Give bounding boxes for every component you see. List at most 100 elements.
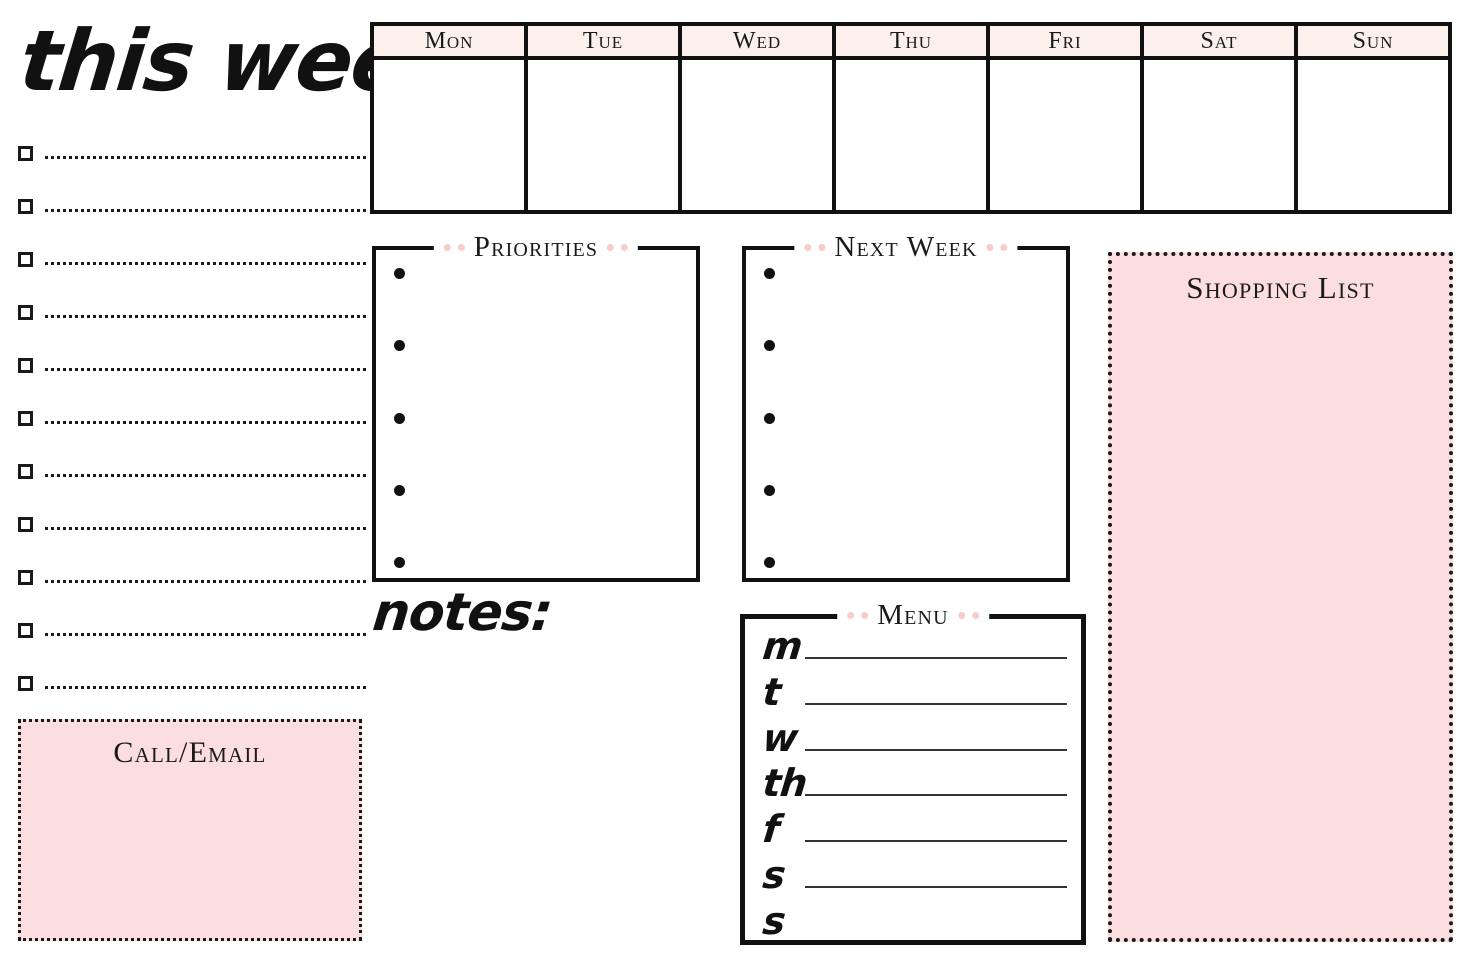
menu-row: th (745, 757, 1081, 806)
menu-day-letter: s (760, 853, 788, 898)
day-cell-fri[interactable] (990, 60, 1140, 210)
checklist-write-line[interactable] (45, 261, 366, 265)
priorities-bullet (394, 557, 405, 568)
day-header-mon: Mon (374, 26, 524, 60)
menu-day-letter: th (760, 761, 810, 806)
next-week-bullet (764, 340, 775, 352)
this-week-checklist (18, 142, 366, 694)
checklist-row (18, 407, 366, 429)
day-column-fri: Fri (990, 26, 1144, 210)
priorities-panel[interactable]: Priorities (372, 232, 700, 582)
call-email-panel[interactable]: Call/Email (18, 719, 362, 941)
checklist-row (18, 195, 366, 217)
menu-day-letter: s (760, 899, 788, 944)
checklist-row (18, 248, 366, 270)
menu-row: s (745, 894, 1081, 944)
priorities-bullet (394, 340, 405, 352)
menu-panel[interactable]: Menu m t w th f s s (740, 600, 1086, 945)
checkbox-icon[interactable] (18, 410, 33, 426)
menu-write-line[interactable] (805, 748, 1067, 751)
day-header-wed: Wed (682, 26, 832, 60)
decorative-dots-right-icon (607, 243, 629, 251)
checkbox-icon[interactable] (18, 357, 33, 373)
checkbox-icon[interactable] (18, 251, 33, 267)
priorities-bullet (394, 484, 405, 496)
day-header-sun: Sun (1298, 26, 1448, 60)
day-header-fri: Fri (990, 26, 1140, 60)
checkbox-icon[interactable] (18, 622, 33, 638)
day-column-wed: Wed (682, 26, 836, 210)
checkbox-icon[interactable] (18, 675, 33, 691)
menu-write-line[interactable] (805, 702, 1067, 705)
checklist-write-line[interactable] (45, 526, 366, 530)
day-cell-tue[interactable] (528, 60, 678, 210)
checkbox-icon[interactable] (18, 145, 33, 161)
checklist-write-line[interactable] (45, 685, 366, 689)
day-cell-sun[interactable] (1298, 60, 1448, 210)
menu-row-list: m t w th f s s (745, 619, 1081, 944)
priorities-header: Priorities (433, 231, 639, 263)
menu-write-line[interactable] (805, 886, 1067, 889)
day-column-sat: Sat (1144, 26, 1298, 210)
menu-row: t (745, 665, 1081, 714)
shopping-list-panel[interactable]: Shopping List (1108, 252, 1453, 942)
week-grid: Mon Tue Wed Thu Fri Sat Sun (370, 22, 1452, 214)
checkbox-icon[interactable] (18, 569, 33, 585)
day-column-thu: Thu (836, 26, 990, 210)
next-week-bullet (764, 484, 775, 496)
shopping-list-title: Shopping List (1186, 270, 1375, 305)
checklist-write-line[interactable] (45, 420, 366, 424)
checklist-row (18, 672, 366, 694)
priorities-bullet-list (394, 268, 434, 568)
checkbox-icon[interactable] (18, 516, 33, 532)
checklist-row (18, 566, 366, 588)
next-week-panel[interactable]: Next Week (742, 232, 1070, 582)
day-cell-thu[interactable] (836, 60, 986, 210)
decorative-dots-left-icon (847, 611, 869, 619)
menu-day-letter: m (760, 623, 805, 668)
next-week-bullet-list (764, 268, 804, 568)
checklist-write-line[interactable] (45, 579, 366, 583)
menu-write-line[interactable] (805, 656, 1067, 659)
checklist-row (18, 142, 366, 164)
checklist-write-line[interactable] (45, 314, 366, 318)
next-week-bullet (764, 557, 775, 568)
checklist-write-line[interactable] (45, 632, 366, 636)
priorities-bullet (394, 412, 405, 424)
checkbox-icon[interactable] (18, 304, 33, 320)
next-week-bullet (764, 412, 775, 424)
decorative-dots-left-icon (804, 243, 826, 251)
day-column-tue: Tue (528, 26, 682, 210)
menu-row: f (745, 802, 1081, 852)
day-cell-mon[interactable] (374, 60, 524, 210)
menu-write-line[interactable] (805, 794, 1067, 797)
next-week-bullet (764, 268, 775, 279)
day-cell-wed[interactable] (682, 60, 832, 210)
checkbox-icon[interactable] (18, 463, 33, 479)
notes-label: notes: (370, 583, 555, 643)
menu-day-letter: f (760, 807, 782, 852)
day-column-sun: Sun (1298, 26, 1448, 210)
checklist-row (18, 513, 366, 535)
day-header-thu: Thu (836, 26, 986, 60)
checklist-write-line[interactable] (45, 208, 366, 212)
menu-row: s (745, 848, 1081, 898)
menu-header: Menu (837, 600, 989, 630)
menu-write-line[interactable] (805, 840, 1067, 843)
day-cell-sat[interactable] (1144, 60, 1294, 210)
checklist-write-line[interactable] (45, 155, 366, 159)
menu-day-letter: w (760, 715, 800, 760)
day-column-mon: Mon (374, 26, 528, 210)
checklist-write-line[interactable] (45, 367, 366, 371)
page-title: this week (15, 12, 467, 110)
checkbox-icon[interactable] (18, 198, 33, 214)
checklist-row (18, 354, 366, 376)
priorities-title: Priorities (473, 231, 599, 263)
priorities-bullet (394, 268, 405, 279)
checklist-row (18, 301, 366, 323)
next-week-header: Next Week (794, 232, 1018, 262)
day-header-tue: Tue (528, 26, 678, 60)
checklist-row (18, 460, 366, 482)
decorative-dots-left-icon (443, 243, 465, 251)
checklist-write-line[interactable] (45, 473, 366, 477)
